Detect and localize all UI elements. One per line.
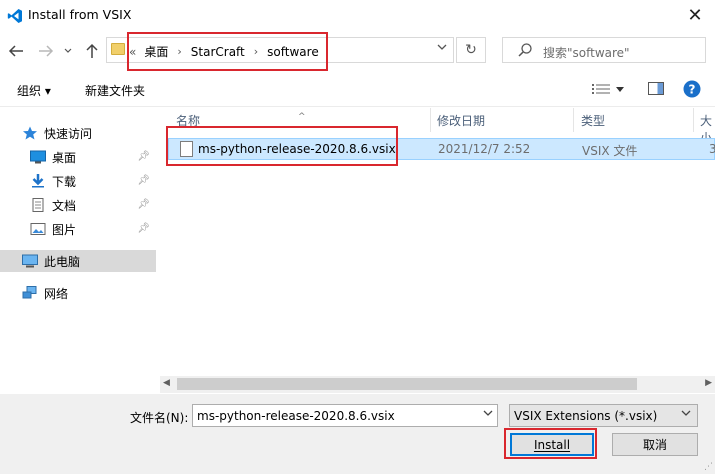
refresh-icon: ↻ bbox=[465, 42, 477, 58]
document-icon bbox=[32, 198, 44, 212]
sidebar-item-label: 快速访问 bbox=[44, 126, 93, 141]
file-type: VSIX 文件 bbox=[582, 144, 638, 158]
preview-pane-button[interactable] bbox=[648, 82, 664, 95]
search-placeholder: 搜索"software" bbox=[543, 46, 630, 60]
annotation-highlight-file bbox=[166, 126, 398, 166]
computer-icon bbox=[22, 254, 38, 268]
sidebar-item-label: 下载 bbox=[52, 174, 77, 189]
scrollbar-thumb[interactable] bbox=[177, 378, 637, 390]
sidebar-item-documents[interactable]: 文档 📌︎ bbox=[30, 194, 156, 216]
cancel-button[interactable]: 取消 bbox=[612, 433, 698, 456]
title-bar: Install from VSIX ✕ bbox=[0, 0, 715, 31]
sidebar-item-label: 图片 bbox=[52, 222, 77, 237]
file-size: 3 bbox=[709, 142, 715, 156]
folder-icon bbox=[111, 43, 125, 55]
view-options-button[interactable] bbox=[592, 81, 632, 97]
column-divider[interactable] bbox=[693, 108, 694, 132]
search-input[interactable]: 搜索"software" bbox=[502, 37, 706, 63]
pin-icon[interactable]: 📌︎ bbox=[137, 151, 150, 162]
chevron-down-icon bbox=[681, 409, 691, 420]
toolbar: 组织 ▾ 新建文件夹 ? bbox=[0, 71, 715, 107]
file-date: 2021/12/7 2:52 bbox=[438, 142, 531, 156]
resize-grip-icon[interactable]: ⋰ bbox=[704, 462, 713, 472]
new-folder-button[interactable]: 新建文件夹 bbox=[85, 82, 145, 99]
arrow-right-icon bbox=[39, 45, 54, 57]
address-dropdown-icon[interactable] bbox=[437, 43, 447, 54]
sort-ascending-icon: ^ bbox=[298, 112, 306, 122]
sidebar-item-label: 文档 bbox=[52, 198, 77, 213]
sidebar-item-downloads[interactable]: 下载 📌︎ bbox=[30, 170, 156, 192]
column-header-type[interactable]: 类型 bbox=[581, 112, 605, 129]
column-header-date[interactable]: 修改日期 bbox=[437, 112, 485, 129]
arrow-left-icon bbox=[8, 45, 23, 57]
forward-button[interactable] bbox=[36, 40, 56, 62]
up-button[interactable] bbox=[82, 40, 102, 62]
svg-text:?: ? bbox=[689, 83, 696, 97]
pin-icon[interactable]: 📌︎ bbox=[137, 175, 150, 186]
filename-field[interactable]: ms-python-release-2020.8.6.vsix bbox=[192, 404, 498, 427]
vscode-icon bbox=[7, 9, 22, 23]
sidebar-item-this-pc[interactable]: 此电脑 bbox=[0, 250, 156, 272]
chevron-down-icon bbox=[437, 44, 447, 50]
annotation-highlight-install bbox=[504, 428, 597, 459]
navigation-bar: « 桌面 › StarCraft › software ↻ 搜索"softwar… bbox=[0, 31, 715, 71]
filter-value: VSIX Extensions (*.vsix) bbox=[514, 409, 658, 423]
annotation-highlight-breadcrumb bbox=[127, 32, 328, 71]
scroll-left-icon[interactable]: ◀ bbox=[163, 378, 170, 388]
chevron-down-icon[interactable] bbox=[483, 409, 493, 420]
sidebar-item-network[interactable]: 网络 bbox=[22, 282, 156, 304]
back-button[interactable] bbox=[6, 40, 26, 62]
sidebar-item-quick-access[interactable]: 快速访问 bbox=[22, 122, 156, 144]
network-icon bbox=[22, 286, 37, 299]
filename-value: ms-python-release-2020.8.6.vsix bbox=[197, 409, 395, 423]
window-title: Install from VSIX bbox=[28, 7, 132, 22]
filename-label: 文件名(N): bbox=[130, 411, 189, 425]
arrow-up-icon bbox=[86, 43, 98, 58]
sidebar-item-label: 桌面 bbox=[52, 150, 77, 165]
horizontal-scrollbar[interactable]: ◀ ▶ bbox=[160, 376, 715, 393]
desktop-icon bbox=[30, 150, 46, 164]
dialog-footer: 文件名(N): ms-python-release-2020.8.6.vsix … bbox=[0, 394, 715, 474]
picture-icon bbox=[30, 223, 46, 235]
sidebar-item-desktop[interactable]: 桌面 📌︎ bbox=[30, 146, 156, 168]
scroll-right-icon[interactable]: ▶ bbox=[705, 378, 712, 388]
column-divider[interactable] bbox=[573, 108, 574, 132]
details-view-icon bbox=[592, 84, 610, 94]
file-type-filter[interactable]: VSIX Extensions (*.vsix) bbox=[509, 404, 698, 427]
navigation-pane: 快速访问 桌面 📌︎ 下载 📌︎ 文档 📌︎ 图片 📌︎ 此电脑 网络 bbox=[0, 108, 158, 394]
download-icon bbox=[32, 174, 44, 188]
organize-menu[interactable]: 组织 ▾ bbox=[17, 82, 51, 99]
sidebar-item-label: 此电脑 bbox=[44, 254, 81, 269]
column-divider[interactable] bbox=[430, 108, 431, 132]
star-icon bbox=[23, 126, 37, 140]
chevron-down-icon bbox=[64, 48, 72, 53]
caret-down-icon bbox=[616, 86, 624, 92]
search-icon bbox=[518, 43, 532, 57]
recent-locations-dropdown[interactable] bbox=[61, 40, 75, 62]
pin-icon[interactable]: 📌︎ bbox=[137, 223, 150, 234]
sidebar-item-pictures[interactable]: 图片 📌︎ bbox=[30, 218, 156, 240]
pin-icon[interactable]: 📌︎ bbox=[137, 199, 150, 210]
sidebar-item-label: 网络 bbox=[44, 286, 69, 301]
close-button[interactable]: ✕ bbox=[675, 0, 715, 31]
help-icon[interactable]: ? bbox=[683, 80, 701, 98]
refresh-button[interactable]: ↻ bbox=[456, 37, 486, 63]
